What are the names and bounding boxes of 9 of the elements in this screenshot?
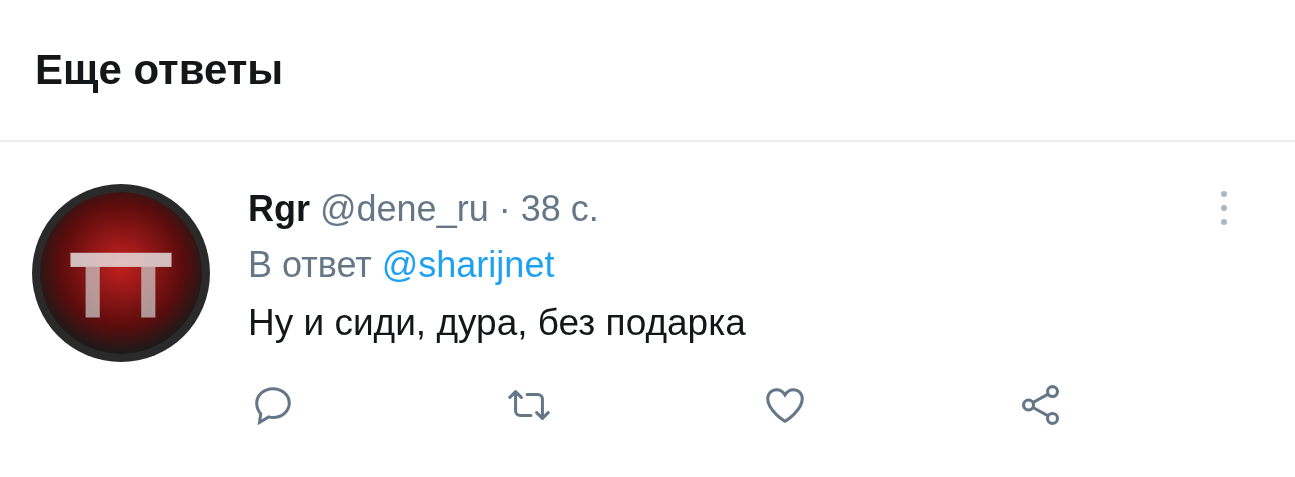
reply-label: В ответ bbox=[248, 244, 372, 286]
avatar[interactable] bbox=[30, 182, 212, 364]
section-title: Еще ответы bbox=[35, 46, 284, 94]
tweet-text: Ну и сиди, дура, без подарка bbox=[248, 302, 747, 344]
mention-link[interactable]: @sharijnet bbox=[381, 244, 555, 286]
separator: · bbox=[498, 188, 511, 230]
user-handle[interactable]: @dene_ru bbox=[320, 188, 489, 230]
user-name[interactable]: Rgr bbox=[248, 188, 310, 230]
timestamp[interactable]: 38 с. bbox=[520, 188, 599, 230]
